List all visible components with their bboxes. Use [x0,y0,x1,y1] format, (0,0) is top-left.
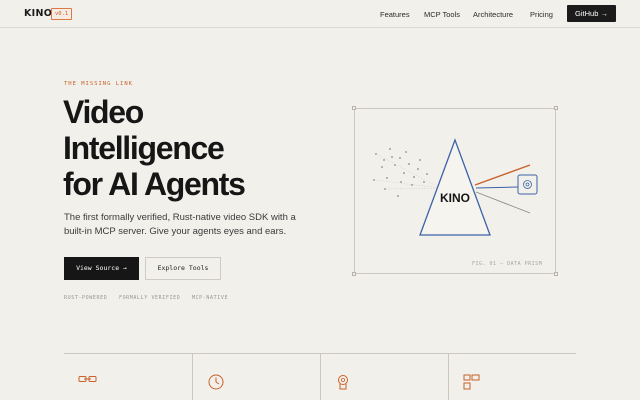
hero-title: Video Intelligence for AI Agents [63,94,246,202]
explore-tools-button[interactable]: Explore Tools [145,257,221,280]
eye-pupil [525,182,530,187]
prism-illustration: KINO [373,138,538,236]
feature-row [64,353,576,400]
feature-card-clock[interactable] [192,354,320,400]
output-ray-gray [475,191,531,214]
top-nav: KINO v0.1 Features MCP Tools Architectur… [0,0,640,28]
clock-icon [208,374,224,390]
nav-link-features[interactable]: Features [380,10,410,19]
tag-mcp-native: MCP-NATIVE [191,295,229,301]
feature-card-blocks[interactable] [448,354,576,400]
eye-box [517,174,538,195]
version-badge: v0.1 [51,8,73,20]
badge-icon [338,375,348,390]
hero-eyebrow: THE MISSING LINK [64,81,133,87]
hero-title-line: Video [63,94,144,130]
hero-title-line: for AI Agents [63,166,246,202]
nav-link-mcp-tools[interactable]: MCP Tools [424,10,460,19]
data-prism-figure: KINO FIG. 01 — DATA PRISM [352,106,558,276]
nav-link-architecture[interactable]: Architecture [473,10,513,19]
tag-formally-verified: FORMALLY VERIFIED [118,295,181,301]
output-ray-blue [475,186,519,189]
data-particles [373,148,428,197]
github-button[interactable]: GitHub → [567,5,616,22]
prism-label: KINO [440,191,470,205]
hero-subtitle: The first formally verified, Rust-native… [64,212,296,237]
blocks-icon [463,374,480,390]
hero-title-line: Intelligence [63,130,225,166]
feature-card-badge[interactable] [320,354,448,400]
nav-link-pricing[interactable]: Pricing [530,10,553,19]
hero-tags: RUST-POWERED FORMALLY VERIFIED MCP-NATIV… [64,295,236,301]
eye-iris [523,180,532,189]
tag-rust-powered: RUST-POWERED [64,295,108,301]
logo[interactable]: KINO [24,8,52,19]
feature-card-link[interactable] [64,354,192,400]
link-icon [78,376,97,382]
view-source-button[interactable]: View Source → [64,257,139,280]
figure-caption: FIG. 01 — DATA PRISM [472,261,543,267]
